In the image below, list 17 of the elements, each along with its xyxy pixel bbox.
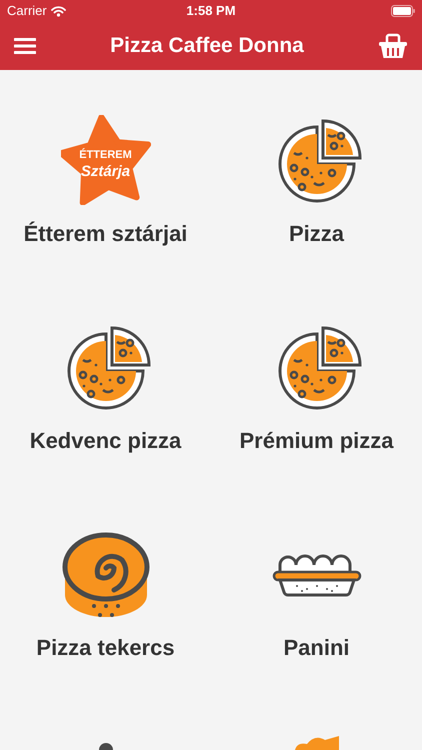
carrier-text: Carrier: [7, 2, 47, 20]
battery-icon: [390, 5, 415, 17]
app-title: Pizza Caffee Donna: [110, 33, 304, 60]
basket-button[interactable]: [378, 31, 408, 61]
category-label[interactable]: Panini: [283, 631, 350, 664]
category-label[interactable]: Étterem sztárjai: [24, 217, 188, 250]
wifi-icon: [50, 6, 66, 16]
badge-text: ÉTTEREM: [79, 150, 132, 160]
time-text: 1:58 PM: [186, 2, 236, 20]
category-label[interactable]: Prémium pizza: [239, 424, 394, 457]
category-label[interactable]: Pizza tekercs: [36, 631, 175, 664]
menu-icon: [14, 37, 36, 55]
basket-icon: [378, 32, 408, 60]
badge-text: Sztárja: [80, 164, 130, 178]
category-label[interactable]: Pizza: [288, 217, 344, 250]
category-label[interactable]: Kedvenc pizza: [30, 424, 182, 457]
menu-button[interactable]: [14, 36, 36, 56]
